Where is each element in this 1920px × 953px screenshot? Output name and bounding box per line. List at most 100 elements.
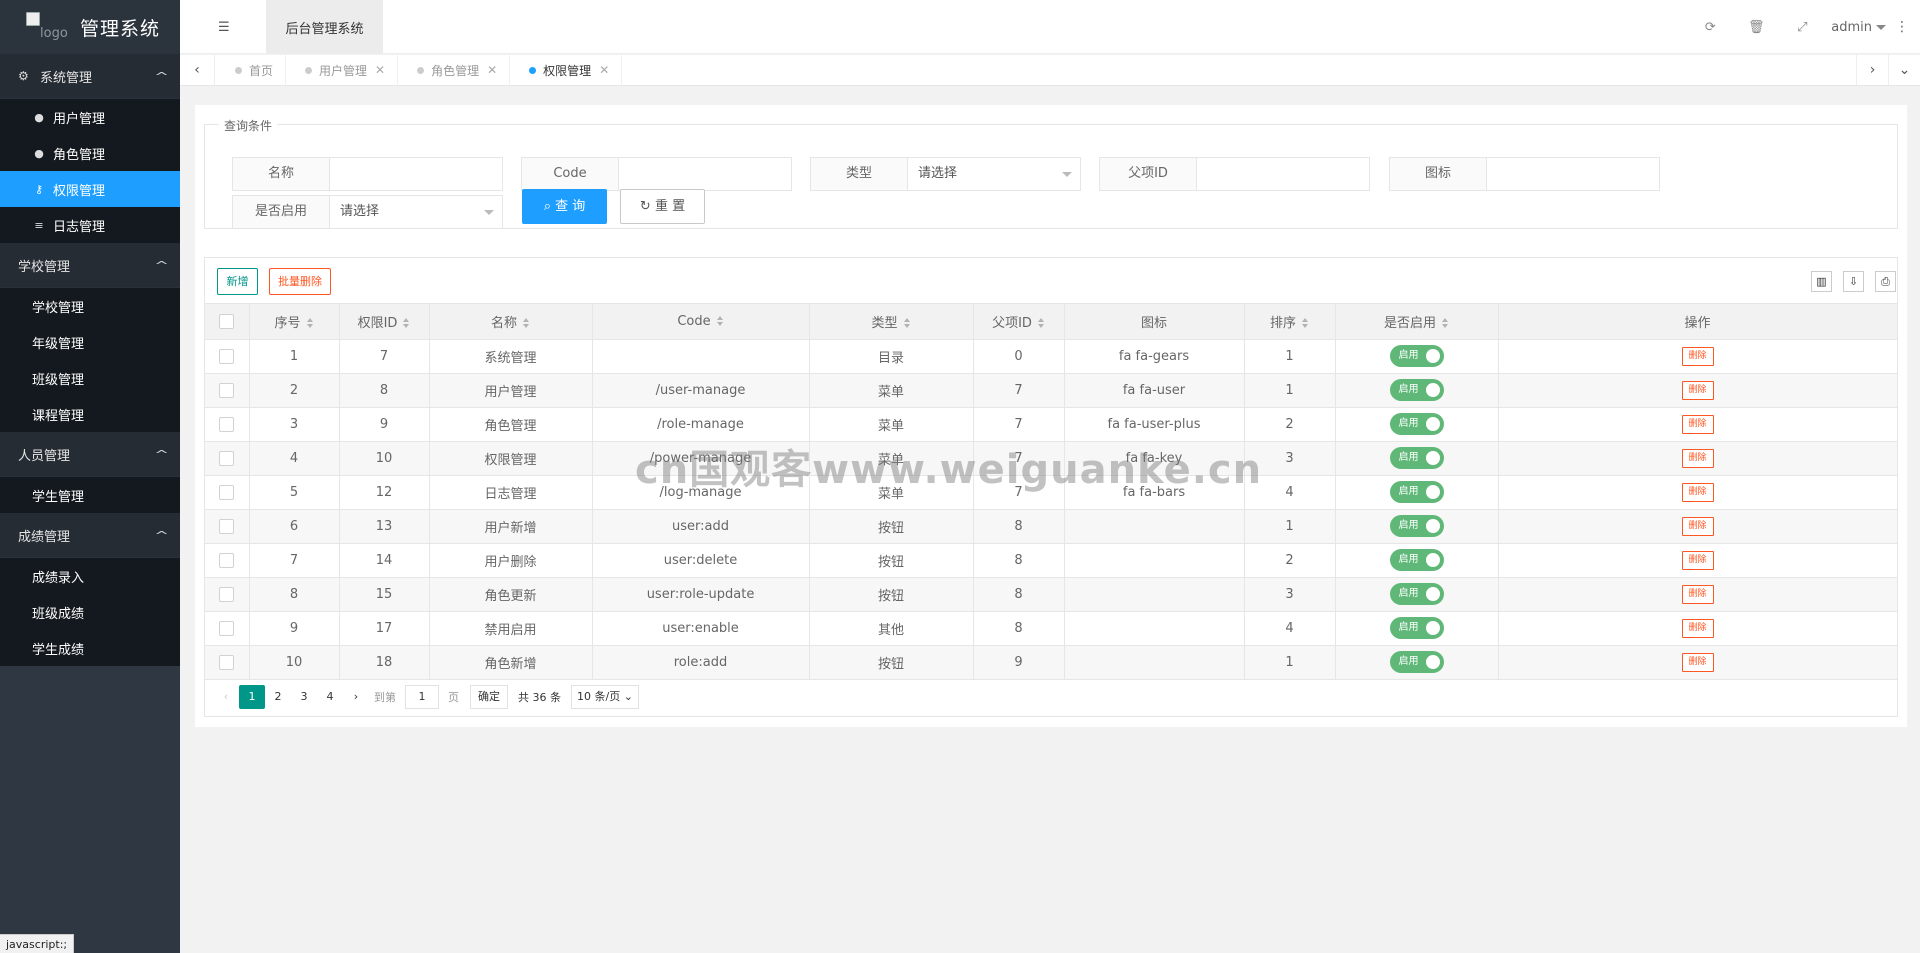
- print-icon[interactable]: ⎙: [1875, 271, 1896, 292]
- checkbox[interactable]: [219, 450, 235, 466]
- column-header[interactable]: 父项ID: [973, 304, 1065, 340]
- sidebar-item-class-score[interactable]: 班级成绩: [0, 594, 180, 630]
- query-button[interactable]: ⌕ 查 询: [522, 189, 607, 224]
- prev-page-icon[interactable]: ‹: [213, 685, 239, 709]
- column-header[interactable]: 类型: [809, 304, 974, 340]
- next-page-icon[interactable]: ›: [343, 685, 369, 709]
- row-select[interactable]: [205, 441, 250, 476]
- icon-input[interactable]: [1487, 157, 1660, 191]
- checkbox[interactable]: [219, 586, 235, 602]
- sort-icon[interactable]: [403, 318, 410, 329]
- row-select[interactable]: [205, 577, 250, 612]
- goto-confirm-button[interactable]: 确定: [470, 684, 508, 709]
- delete-button[interactable]: 删除: [1681, 346, 1714, 366]
- name-input[interactable]: [330, 157, 503, 191]
- enabled-switch[interactable]: 启用: [1389, 583, 1444, 605]
- row-select[interactable]: [205, 611, 250, 646]
- checkbox[interactable]: [219, 654, 235, 670]
- sidebar-item-role-manage[interactable]: ● 角色管理: [0, 135, 180, 171]
- menu-group-header-score[interactable]: 成绩管理 ^: [0, 513, 180, 558]
- type-select[interactable]: 请选择: [908, 157, 1081, 191]
- delete-button[interactable]: 删除: [1681, 482, 1714, 502]
- checkbox[interactable]: [219, 348, 235, 364]
- trash-icon[interactable]: 🗑: [1733, 20, 1779, 35]
- column-header[interactable]: 名称: [429, 304, 593, 340]
- close-icon[interactable]: ✕: [375, 63, 385, 77]
- enabled-switch[interactable]: 启用: [1389, 481, 1444, 503]
- column-header[interactable]: 是否启用: [1335, 304, 1499, 340]
- sidebar-item-score-entry[interactable]: 成绩录入: [0, 558, 180, 594]
- menu-group-header-system[interactable]: ⚙ 系统管理 ^: [0, 54, 180, 99]
- enabled-switch[interactable]: 启用: [1389, 651, 1444, 673]
- delete-button[interactable]: 删除: [1681, 550, 1714, 570]
- user-menu[interactable]: admin: [1831, 20, 1886, 35]
- checkbox[interactable]: [219, 416, 235, 432]
- delete-button[interactable]: 删除: [1681, 584, 1714, 604]
- menu-group-header-people[interactable]: 人员管理 ^: [0, 432, 180, 477]
- sort-icon[interactable]: [903, 318, 911, 329]
- column-header[interactable]: 权限ID: [339, 304, 430, 340]
- header-nav-tab[interactable]: 后台管理系统: [266, 0, 383, 54]
- sidebar-item-course[interactable]: 课程管理: [0, 396, 180, 432]
- delete-button[interactable]: 删除: [1681, 414, 1714, 434]
- menu-group-header-school[interactable]: 学校管理 ^: [0, 243, 180, 288]
- delete-button[interactable]: 删除: [1681, 652, 1714, 672]
- enabled-switch[interactable]: 启用: [1389, 413, 1444, 435]
- enabled-select[interactable]: 请选择: [330, 195, 503, 229]
- header-select-all[interactable]: [205, 304, 250, 340]
- enabled-switch[interactable]: 启用: [1389, 345, 1444, 367]
- sort-icon[interactable]: [1302, 318, 1309, 329]
- close-icon[interactable]: ✕: [487, 63, 497, 77]
- reset-button[interactable]: ↻ 重 置: [620, 189, 705, 224]
- columns-filter-icon[interactable]: ▥: [1811, 271, 1832, 292]
- page-size-select[interactable]: 10 条/页 ⌄: [571, 684, 639, 709]
- goto-page-input[interactable]: 1: [405, 684, 439, 709]
- sort-icon[interactable]: [306, 318, 314, 329]
- close-icon[interactable]: ✕: [599, 63, 609, 77]
- batch-delete-button[interactable]: 批量删除: [269, 268, 331, 295]
- checkbox[interactable]: [219, 518, 235, 534]
- sidebar-item-power-manage[interactable]: ⚷ 权限管理: [0, 171, 180, 207]
- row-select[interactable]: [205, 509, 250, 544]
- delete-button[interactable]: 删除: [1681, 380, 1714, 400]
- sidebar-item-grade[interactable]: 年级管理: [0, 324, 180, 360]
- sidebar-item-student[interactable]: 学生管理: [0, 477, 180, 513]
- enabled-switch[interactable]: 启用: [1389, 379, 1444, 401]
- code-input[interactable]: [619, 157, 792, 191]
- tab-power-manage[interactable]: 权限管理 ✕: [510, 55, 623, 85]
- checkbox[interactable]: [219, 552, 235, 568]
- tab-home[interactable]: 首页: [216, 55, 287, 85]
- row-select[interactable]: [205, 407, 250, 442]
- checkbox[interactable]: [219, 620, 235, 636]
- checkbox[interactable]: [219, 382, 235, 398]
- sort-icon[interactable]: [1442, 318, 1449, 329]
- tab-role-manage[interactable]: 角色管理 ✕: [398, 55, 511, 85]
- delete-button[interactable]: 删除: [1681, 516, 1714, 536]
- checkbox[interactable]: [219, 484, 235, 500]
- sidebar-item-log-manage[interactable]: ≡ 日志管理: [0, 207, 180, 243]
- row-select[interactable]: [205, 339, 250, 374]
- sort-icon[interactable]: [716, 316, 724, 327]
- add-button[interactable]: 新增: [217, 268, 258, 295]
- delete-button[interactable]: 删除: [1681, 618, 1714, 638]
- refresh-icon[interactable]: ⟳: [1687, 20, 1733, 35]
- row-select[interactable]: [205, 543, 250, 578]
- tabs-scroll-left-icon[interactable]: ‹: [180, 55, 215, 85]
- sidebar-item-student-score[interactable]: 学生成绩: [0, 630, 180, 666]
- column-header[interactable]: Code: [592, 304, 810, 340]
- row-select[interactable]: [205, 373, 250, 408]
- tabs-scroll-right-icon[interactable]: ›: [1856, 55, 1888, 85]
- enabled-switch[interactable]: 启用: [1389, 515, 1444, 537]
- checkbox[interactable]: [219, 313, 235, 329]
- row-select[interactable]: [205, 475, 250, 510]
- export-icon[interactable]: ⇩: [1843, 271, 1864, 292]
- page-2[interactable]: 2: [265, 685, 291, 709]
- menu-toggle-icon[interactable]: ☰: [218, 20, 232, 35]
- delete-button[interactable]: 删除: [1681, 448, 1714, 468]
- sidebar-item-school[interactable]: 学校管理: [0, 288, 180, 324]
- enabled-switch[interactable]: 启用: [1389, 447, 1444, 469]
- column-header[interactable]: 排序: [1244, 304, 1336, 340]
- column-header[interactable]: 序号: [249, 304, 340, 340]
- tabs-dropdown-icon[interactable]: ⌄: [1888, 55, 1920, 85]
- page-4[interactable]: 4: [317, 685, 343, 709]
